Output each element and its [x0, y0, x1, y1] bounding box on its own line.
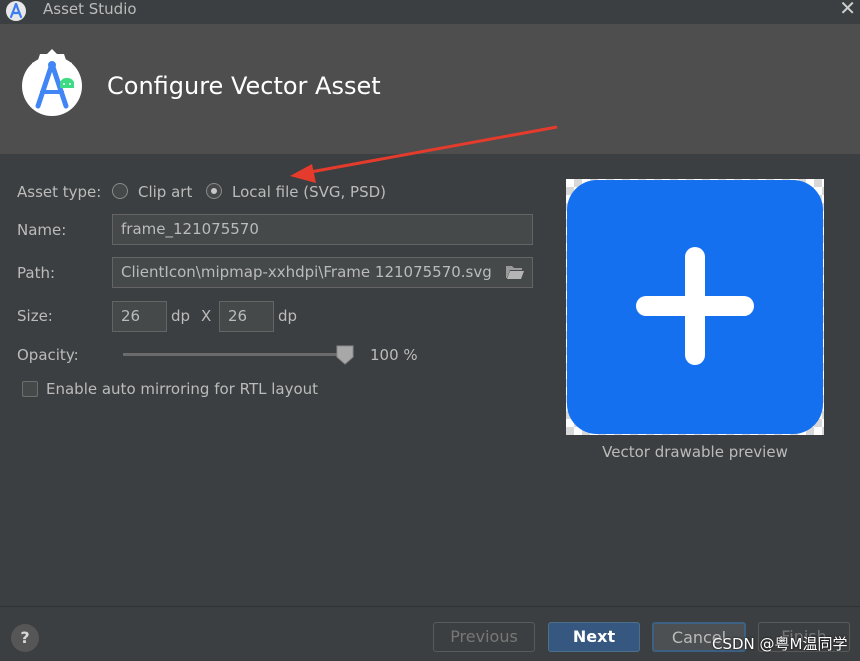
size-height-unit: dp [278, 307, 298, 325]
radio-local-file[interactable] [206, 183, 222, 199]
path-value: ClientIcon\mipmap-xxhdpi\Frame 121075570… [121, 263, 492, 281]
radio-local-file-label[interactable]: Local file (SVG, PSD) [232, 182, 386, 202]
opacity-value: 100 % [370, 346, 418, 364]
watermark: CSDN @粤M温同学 [712, 635, 848, 653]
plus-in-rounded-square-icon [567, 180, 823, 434]
auto-mirror-checkbox[interactable] [22, 381, 38, 397]
asset-type-label: Asset type: [17, 183, 102, 201]
size-height-input[interactable]: 26 [219, 301, 274, 332]
radio-clip-art-label[interactable]: Clip art [138, 182, 192, 202]
size-label: Size: [17, 307, 53, 325]
radio-clip-art[interactable] [112, 183, 128, 199]
auto-mirror-label[interactable]: Enable auto mirroring for RTL layout [46, 379, 318, 399]
window-title: Asset Studio [43, 0, 137, 18]
next-button[interactable]: Next [548, 622, 640, 652]
name-input[interactable]: frame_121075570 [112, 214, 533, 245]
opacity-slider-track[interactable] [123, 353, 345, 356]
name-label: Name: [17, 221, 67, 239]
path-input[interactable]: ClientIcon\mipmap-xxhdpi\Frame 121075570… [112, 257, 533, 288]
close-icon[interactable]: ✕ [839, 0, 856, 20]
opacity-label: Opacity: [17, 346, 79, 364]
size-separator: X [201, 307, 212, 325]
android-studio-icon [6, 1, 26, 21]
page-title: Configure Vector Asset [107, 72, 381, 100]
help-button[interactable]: ? [11, 624, 39, 652]
previous-button[interactable]: Previous [433, 622, 535, 652]
window-titlebar[interactable]: Asset Studio ✕ [0, 0, 860, 24]
path-label: Path: [17, 264, 56, 282]
size-width-unit: dp [171, 307, 191, 325]
size-width-input[interactable]: 26 [112, 301, 167, 332]
opacity-slider-thumb[interactable] [336, 345, 354, 365]
android-studio-logo-icon [14, 48, 90, 124]
folder-open-icon[interactable] [505, 264, 525, 280]
preview-caption: Vector drawable preview [602, 443, 788, 461]
